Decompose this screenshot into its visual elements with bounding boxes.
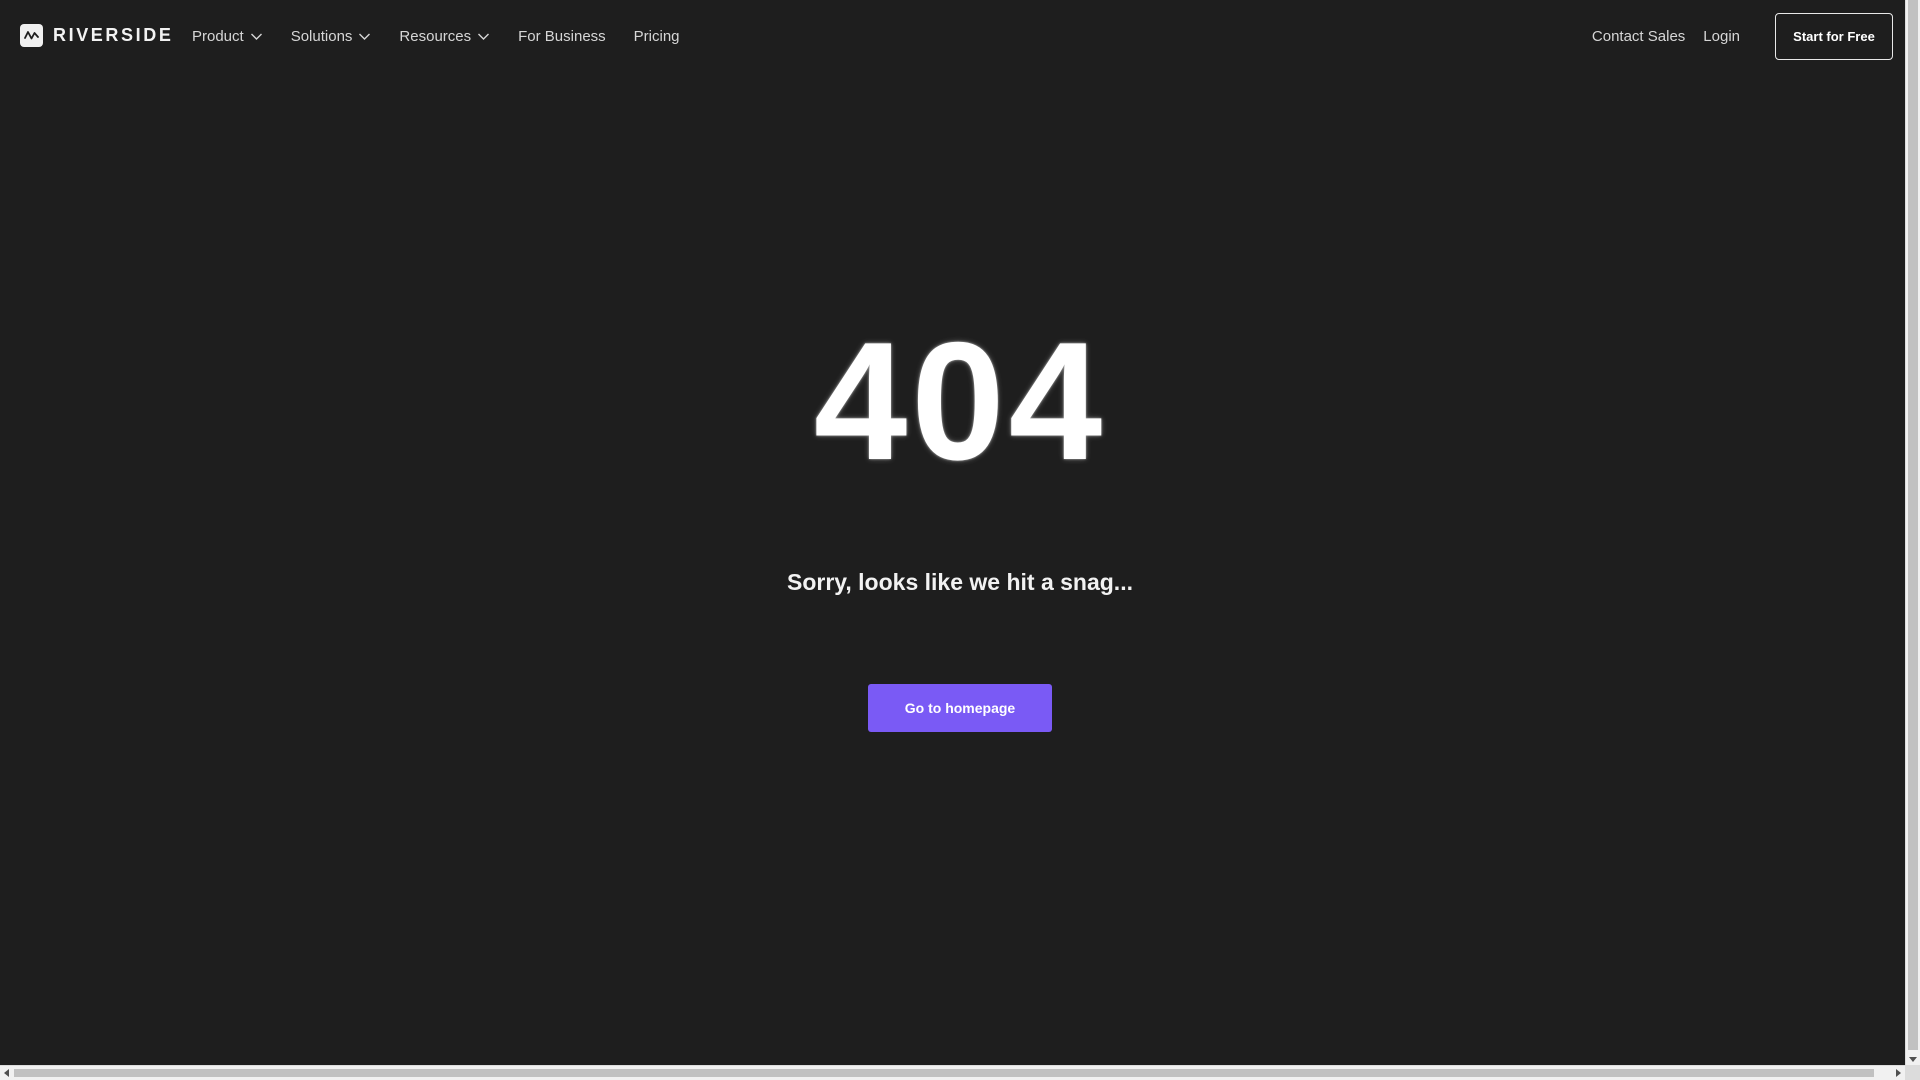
start-for-free-button[interactable]: Start for Free	[1775, 13, 1893, 60]
contact-sales-link[interactable]: Contact Sales	[1592, 28, 1685, 45]
error-code: 404	[813, 307, 1107, 495]
nav-item-product[interactable]: Product	[192, 28, 263, 45]
riverside-wave-icon	[20, 24, 43, 47]
brand-logo[interactable]: RIVERSIDE	[20, 24, 173, 47]
scrollbar-corner	[1905, 1065, 1920, 1080]
nav-item-label: For Business	[518, 28, 606, 45]
nav-item-pricing[interactable]: Pricing	[634, 28, 680, 45]
nav-item-label: Pricing	[633, 28, 680, 45]
main-nav: Product Solutions Resources For Business…	[192, 0, 708, 73]
scroll-right-arrow-icon[interactable]	[1896, 1069, 1901, 1077]
scrollbar-thumb[interactable]	[14, 1069, 1874, 1077]
brand-name: RIVERSIDE	[53, 25, 174, 45]
nav-item-resources[interactable]: Resources	[399, 28, 490, 45]
go-to-homepage-button[interactable]: Go to homepage	[868, 684, 1052, 732]
scroll-left-arrow-icon[interactable]	[4, 1069, 9, 1077]
chevron-down-icon	[478, 33, 490, 40]
vertical-scrollbar[interactable]	[1905, 0, 1920, 1065]
login-link[interactable]: Login	[1703, 28, 1740, 45]
nav-item-solutions[interactable]: Solutions	[291, 28, 372, 45]
horizontal-scrollbar[interactable]	[0, 1065, 1905, 1080]
nav-item-for-business[interactable]: For Business	[518, 28, 606, 45]
chevron-down-icon	[359, 33, 371, 40]
scrollbar-thumb[interactable]	[1908, 0, 1918, 1050]
page: RIVERSIDE Product Solutions Resources Fo…	[0, 0, 1920, 1080]
nav-item-label: Solutions	[290, 28, 353, 45]
nav-item-label: Product	[192, 28, 244, 45]
scroll-down-arrow-icon[interactable]	[1909, 1057, 1917, 1062]
chevron-down-icon	[250, 33, 262, 40]
nav-item-label: Resources	[399, 28, 472, 45]
site-header: RIVERSIDE Product Solutions Resources Fo…	[0, 0, 1905, 73]
header-actions: Contact Sales Login Start for Free	[1592, 0, 1905, 73]
error-message: Sorry, looks like we hit a snag...	[787, 569, 1133, 595]
